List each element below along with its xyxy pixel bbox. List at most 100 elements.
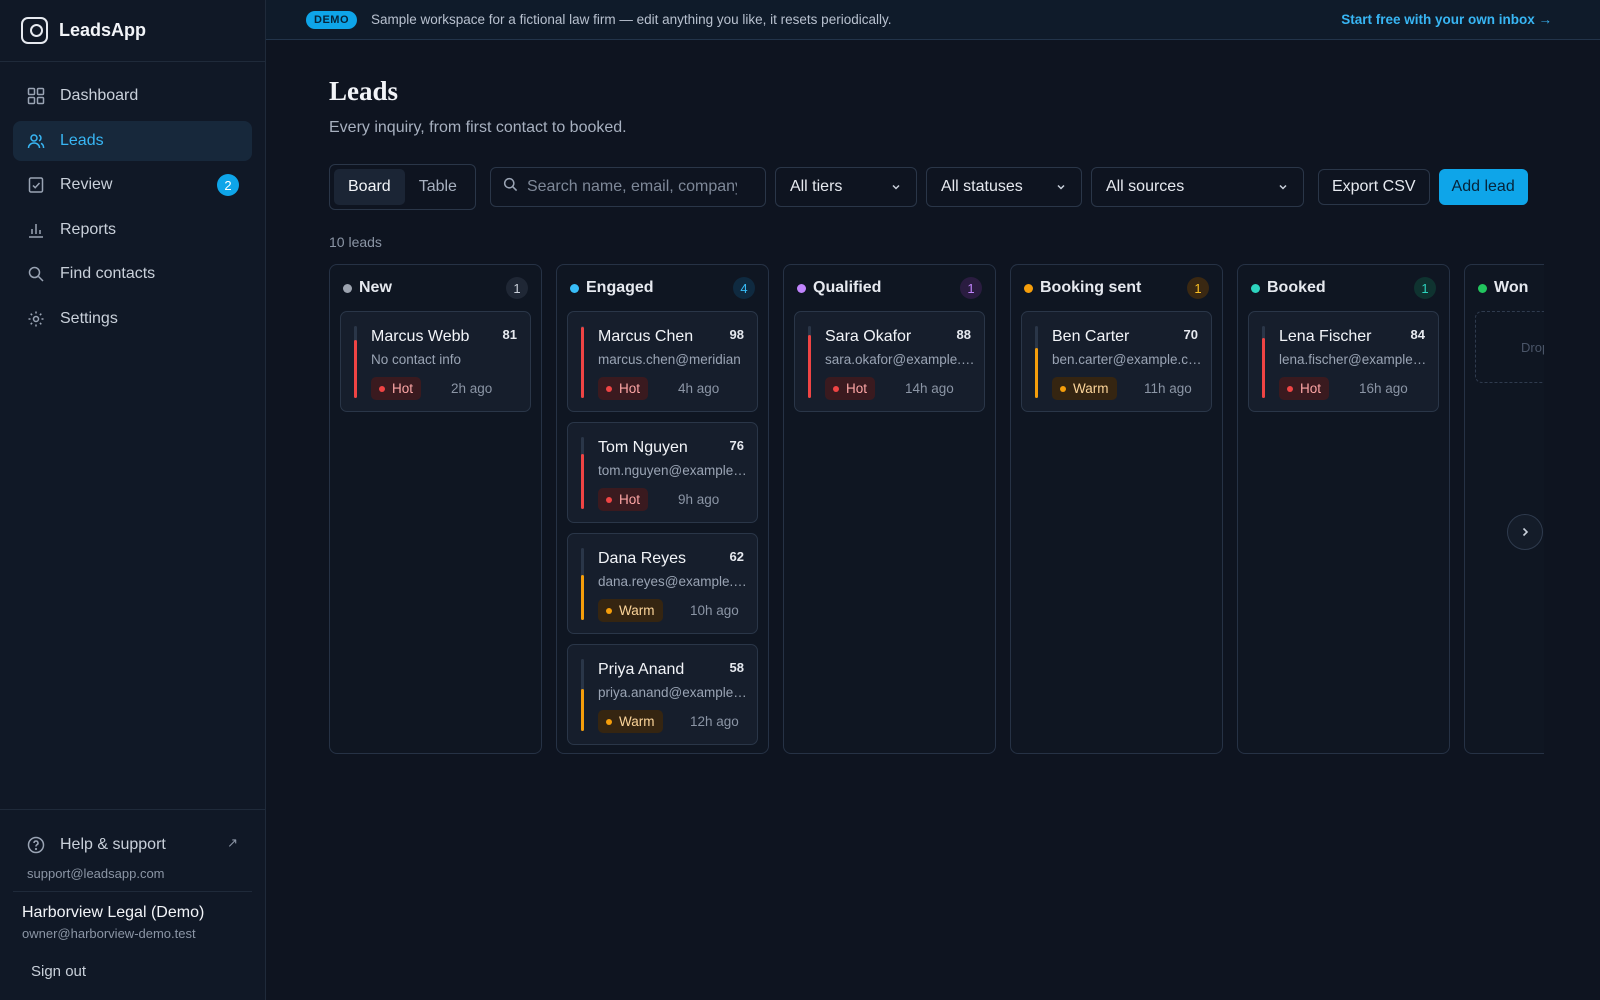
sidebar-item-review[interactable]: Review 2 [13, 165, 252, 205]
sidebar-item-label: Leads [60, 131, 104, 149]
tier-label: Hot [619, 381, 641, 396]
help-label: Help & support [60, 836, 166, 853]
board-column-qualified: Qualified 1 Sara Okafor 88 sara.okafor@examp… [783, 264, 996, 754]
lead-time: 2h ago [451, 381, 493, 396]
chevron-down-icon [1057, 184, 1065, 190]
column-title: Engaged [586, 279, 654, 296]
scroll-right-button[interactable] [1507, 514, 1543, 550]
leadsapp-logo-icon [21, 17, 48, 44]
column-title: Won [1494, 279, 1529, 296]
tier-label: Hot [846, 381, 868, 396]
lead-score: 84 [1410, 327, 1425, 342]
drop-zone[interactable]: Drop here [1475, 311, 1544, 383]
lead-contact: dana.reyes@example.com [598, 574, 748, 589]
board-view-button[interactable]: Board [334, 169, 405, 205]
lead-time: 10h ago [690, 603, 739, 618]
lead-card[interactable]: Sara Okafor 88 sara.okafor@example.com Hot 1… [794, 311, 985, 412]
lead-card[interactable]: Marcus Webb 81 No contact info Hot 2h ago [340, 311, 531, 412]
lead-contact: sara.okafor@example.com [825, 352, 975, 367]
column-header: Booking sent 1 [1011, 265, 1222, 311]
board-column-booking-sent: Booking sent 1 Ben Carter 70 ben.carter@exam… [1010, 264, 1223, 754]
lead-card[interactable]: Lena Fischer 84 lena.fischer@example.com Ho… [1248, 311, 1439, 412]
sidebar-item-reports[interactable]: Reports [13, 210, 252, 250]
demo-pill: DEMO [306, 10, 357, 29]
status-filter-value: All statuses [940, 178, 1023, 195]
sidebar-footer: Help & support ↗ support@leadsapp.com Ha… [0, 809, 265, 1000]
search-icon [503, 177, 518, 197]
column-count-badge: 1 [1187, 277, 1209, 299]
lead-card[interactable]: Ben Carter 70 ben.carter@example.com Warm 11… [1021, 311, 1212, 412]
brand[interactable]: LeadsApp [0, 0, 265, 62]
lead-score: 81 [502, 327, 517, 342]
tier-tag: Hot [825, 377, 876, 400]
board-column-new: New 1 Marcus Webb 81 No contact info Hot 2h ag… [329, 264, 542, 754]
page-title: Leads [329, 76, 399, 106]
tier-filter-select[interactable]: All tiers [774, 167, 917, 207]
source-filter-select[interactable]: All sources [1090, 167, 1304, 207]
user-block: Harborview Legal (Demo) owner@harborview… [13, 891, 252, 1000]
tier-label: Hot [392, 381, 414, 396]
tier-dot-icon [606, 496, 612, 503]
sidebar-item-leads[interactable]: Leads [13, 120, 252, 161]
tier-tag: Warm [598, 599, 663, 622]
column-count-badge: 4 [733, 277, 755, 299]
sidebar-item-find-contacts[interactable]: Find contacts [13, 254, 252, 294]
column-header: Won [1465, 265, 1544, 311]
tier-dot-icon [833, 385, 839, 392]
status-dot-icon [1024, 283, 1033, 293]
app-name: LeadsApp [59, 20, 147, 40]
tier-dot-icon [1060, 385, 1066, 392]
main-content: Leads Every inquiry, from first contact … [329, 40, 1544, 756]
score-bar-fill [581, 575, 584, 620]
review-count-badge: 2 [217, 174, 239, 196]
tier-tag: Hot [598, 488, 649, 511]
status-dot-icon [797, 283, 806, 293]
board-column-booked: Booked 1 Lena Fischer 84 lena.fischer@exampl… [1237, 264, 1450, 754]
score-bar [1262, 326, 1265, 398]
lead-time: 4h ago [678, 381, 720, 396]
tier-label: Warm [619, 603, 655, 618]
lead-card[interactable]: Tom Nguyen 76 tom.nguyen@example.com Hot 9h … [567, 422, 758, 523]
sidebar-item-settings[interactable]: Settings [13, 299, 252, 339]
lead-card[interactable]: Marcus Chen 98 marcus.chen@meridian Hot 4h a… [567, 311, 758, 412]
search-input[interactable] [526, 178, 737, 196]
sidebar-item-label: Dashboard [60, 87, 139, 104]
add-lead-button[interactable]: Add lead [1438, 169, 1528, 205]
source-filter-value: All sources [1105, 178, 1185, 195]
chevron-down-icon [892, 184, 900, 190]
column-count-badge: 1 [960, 277, 982, 299]
toolbar: Board Table All tiers All statuses All s… [329, 164, 1544, 210]
score-bar [581, 326, 584, 398]
tier-tag: Hot [1279, 377, 1330, 400]
column-title: Booked [1267, 279, 1326, 296]
help-support-link[interactable]: Help & support ↗ [13, 832, 252, 858]
column-header: New 1 [330, 265, 541, 311]
lead-contact: ben.carter@example.com [1052, 352, 1202, 367]
sidebar-item-dashboard[interactable]: Dashboard [13, 76, 252, 116]
view-toggle: Board Table [329, 164, 476, 210]
lead-card[interactable]: Dana Reyes 62 dana.reyes@example.com Warm 10… [567, 533, 758, 634]
start-free-link[interactable]: Start free with your own inbox → [1341, 12, 1552, 27]
column-count-badge: 1 [506, 277, 528, 299]
export-csv-button[interactable]: Export CSV [1317, 169, 1430, 205]
lead-time: 16h ago [1359, 381, 1408, 396]
status-filter-select[interactable]: All statuses [925, 167, 1082, 207]
score-bar-fill [581, 327, 584, 398]
lead-card[interactable]: Priya Anand 58 priya.anand@example.com Warm… [567, 644, 758, 745]
sign-out-button[interactable]: Sign out [31, 963, 86, 980]
page-subtitle: Every inquiry, from first contact to boo… [329, 119, 627, 136]
search-box [489, 167, 766, 207]
tier-filter-value: All tiers [789, 178, 843, 195]
score-bar [581, 548, 584, 620]
chevron-right-icon [1522, 527, 1529, 537]
lead-time: 11h ago [1144, 381, 1192, 396]
tier-label: Warm [1073, 381, 1109, 396]
column-header: Engaged 4 [557, 265, 768, 311]
score-bar-fill [581, 689, 584, 731]
table-view-button[interactable]: Table [405, 169, 471, 205]
search-icon [27, 265, 45, 283]
banner-text: Sample workspace for a fictional law fir… [371, 12, 892, 27]
score-bar-fill [1035, 348, 1038, 398]
sidebar-item-label: Find contacts [60, 265, 156, 282]
bar-chart-icon [27, 221, 45, 239]
